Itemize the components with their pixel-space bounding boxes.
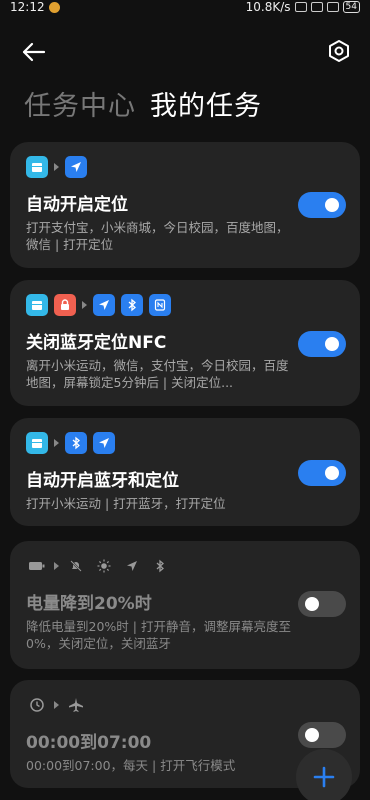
settings-button[interactable] bbox=[326, 38, 354, 66]
trigger-icons bbox=[26, 156, 344, 178]
bluetooth-icon bbox=[65, 432, 87, 454]
arrow-separator bbox=[54, 562, 59, 570]
task-toggle[interactable] bbox=[298, 331, 346, 357]
back-arrow-icon bbox=[22, 42, 46, 62]
task-description: 打开小米运动 | 打开蓝牙，打开定位 bbox=[26, 496, 226, 511]
app-icon bbox=[26, 294, 48, 316]
arrow-separator bbox=[54, 163, 59, 171]
status-time: 12:12 bbox=[10, 0, 45, 14]
tab-my-tasks[interactable]: 我的任务 bbox=[150, 84, 262, 123]
task-toggle[interactable] bbox=[298, 591, 346, 617]
task-card-auto-location[interactable]: 自动开启定位 打开支付宝，小米商城，今日校园，百度地图，微信 | 打开定位 bbox=[10, 142, 360, 268]
location-icon bbox=[93, 432, 115, 454]
status-right: 10.8K/s 54 bbox=[246, 0, 360, 14]
trigger-icons bbox=[26, 694, 344, 716]
arrow-separator bbox=[54, 701, 59, 709]
task-toggle[interactable] bbox=[298, 722, 346, 748]
app-icon bbox=[26, 156, 48, 178]
back-button[interactable] bbox=[20, 38, 50, 66]
mute-icon bbox=[65, 555, 87, 577]
battery-icon bbox=[26, 555, 48, 577]
trigger-icons bbox=[26, 555, 344, 577]
status-bar: 12:12 10.8K/s 54 bbox=[0, 0, 370, 14]
nfc-icon bbox=[149, 294, 171, 316]
location-icon bbox=[121, 555, 143, 577]
mute-status-icon bbox=[294, 2, 307, 12]
task-description: 打开支付宝，小米商城，今日校园，百度地图，微信 | 打开定位 bbox=[26, 220, 289, 252]
tab-task-center[interactable]: 任务中心 bbox=[24, 84, 136, 123]
task-title: 自动开启蓝牙和定位 bbox=[26, 471, 179, 491]
tab-bar: 任务中心 我的任务 bbox=[24, 84, 262, 123]
bluetooth-icon bbox=[121, 294, 143, 316]
brightness-icon bbox=[93, 555, 115, 577]
net-speed: 10.8K/s bbox=[245, 0, 291, 14]
task-card-close-bt-loc-nfc[interactable]: 关闭蓝牙定位NFC 离开小米运动，微信，支付宝，今日校园，百度地图，屏幕锁定5分… bbox=[10, 280, 360, 406]
task-title: 电量降到20%时 bbox=[26, 594, 152, 614]
settings-hexagon-icon bbox=[329, 40, 349, 62]
plus-icon bbox=[313, 766, 335, 788]
task-title: 00:00到07:00 bbox=[26, 733, 152, 753]
notification-icon bbox=[48, 1, 60, 13]
app-icon bbox=[26, 432, 48, 454]
clock-icon bbox=[26, 694, 48, 716]
task-card-battery-20[interactable]: 电量降到20%时 降低电量到20%时 | 打开静音，调整屏幕亮度至0%，关闭定位… bbox=[10, 541, 360, 669]
arrow-separator bbox=[54, 439, 59, 447]
trigger-icons bbox=[26, 432, 344, 454]
task-title: 自动开启定位 bbox=[26, 195, 128, 215]
task-description: 离开小米运动，微信，支付宝，今日校园，百度地图，屏幕锁定5分钟后 | 关闭定位.… bbox=[26, 358, 289, 390]
location-icon bbox=[93, 294, 115, 316]
task-title: 关闭蓝牙定位NFC bbox=[26, 333, 167, 353]
add-task-button[interactable] bbox=[296, 749, 352, 800]
task-card-auto-bt-location[interactable]: 自动开启蓝牙和定位 打开小米运动 | 打开蓝牙，打开定位 bbox=[10, 418, 360, 526]
battery-icon: 54 bbox=[342, 1, 360, 13]
top-bar bbox=[0, 36, 370, 68]
task-toggle[interactable] bbox=[298, 192, 346, 218]
alarm-status-icon bbox=[310, 2, 323, 12]
location-icon bbox=[65, 156, 87, 178]
bluetooth-icon bbox=[149, 555, 171, 577]
airplane-icon bbox=[65, 694, 87, 716]
task-description: 降低电量到20%时 | 打开静音，调整屏幕亮度至0%，关闭定位，关闭蓝牙 bbox=[26, 619, 291, 651]
trigger-icons bbox=[26, 294, 344, 316]
task-description: 00:00到07:00，每天 | 打开飞行模式 bbox=[26, 758, 236, 773]
arrow-separator bbox=[82, 301, 87, 309]
lock-icon bbox=[54, 294, 76, 316]
signal-icon bbox=[326, 2, 339, 12]
task-toggle[interactable] bbox=[298, 460, 346, 486]
